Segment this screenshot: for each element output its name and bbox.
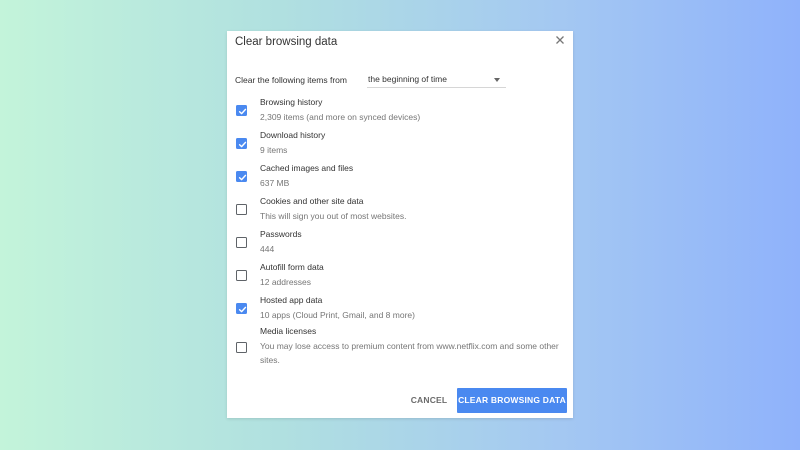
checkbox-cached-images[interactable] <box>236 171 247 182</box>
dropdown-arrow-icon <box>494 78 500 82</box>
checkbox-browsing-history[interactable] <box>236 105 247 116</box>
dialog-title: Clear browsing data <box>235 36 338 48</box>
item-description: This will sign you out of most websites. <box>260 211 407 221</box>
checkbox-autofill[interactable] <box>236 270 247 281</box>
cancel-button[interactable]: CANCEL <box>405 388 453 412</box>
item-label: Hosted app data <box>260 295 323 305</box>
time-range-label: Clear the following items from <box>235 75 347 85</box>
item-label: Autofill form data <box>260 262 324 272</box>
checkbox-hosted-app-data[interactable] <box>236 303 247 314</box>
item-description: 637 MB <box>260 178 290 188</box>
clear-browsing-data-button[interactable]: CLEAR BROWSING DATA <box>457 388 567 413</box>
item-label: Media licenses <box>260 326 317 336</box>
item-label: Browsing history <box>260 97 323 107</box>
item-description: 444 <box>260 244 275 254</box>
item-description: 10 apps (Cloud Print, Gmail, and 8 more) <box>260 310 415 320</box>
clear-browsing-data-dialog: Clear browsing data Clear the following … <box>227 31 573 418</box>
checkbox-cookies[interactable] <box>236 204 247 215</box>
item-description: 2,309 items (and more on synced devices) <box>260 112 421 122</box>
item-description: 9 items <box>260 145 288 155</box>
time-range-select[interactable]: the beginning of time <box>367 71 506 88</box>
item-label: Download history <box>260 130 326 140</box>
item-label: Passwords <box>260 229 302 239</box>
item-description: 12 addresses <box>260 277 312 287</box>
checkbox-media-licenses[interactable] <box>236 342 247 353</box>
time-range-value: the beginning of time <box>368 74 447 84</box>
item-label: Cookies and other site data <box>260 196 364 206</box>
item-label: Cached images and files <box>260 163 354 173</box>
checkbox-passwords[interactable] <box>236 237 247 248</box>
checkbox-download-history[interactable] <box>236 138 247 149</box>
item-description: You may lose access to premium content f… <box>260 341 559 365</box>
close-icon[interactable] <box>553 33 567 47</box>
